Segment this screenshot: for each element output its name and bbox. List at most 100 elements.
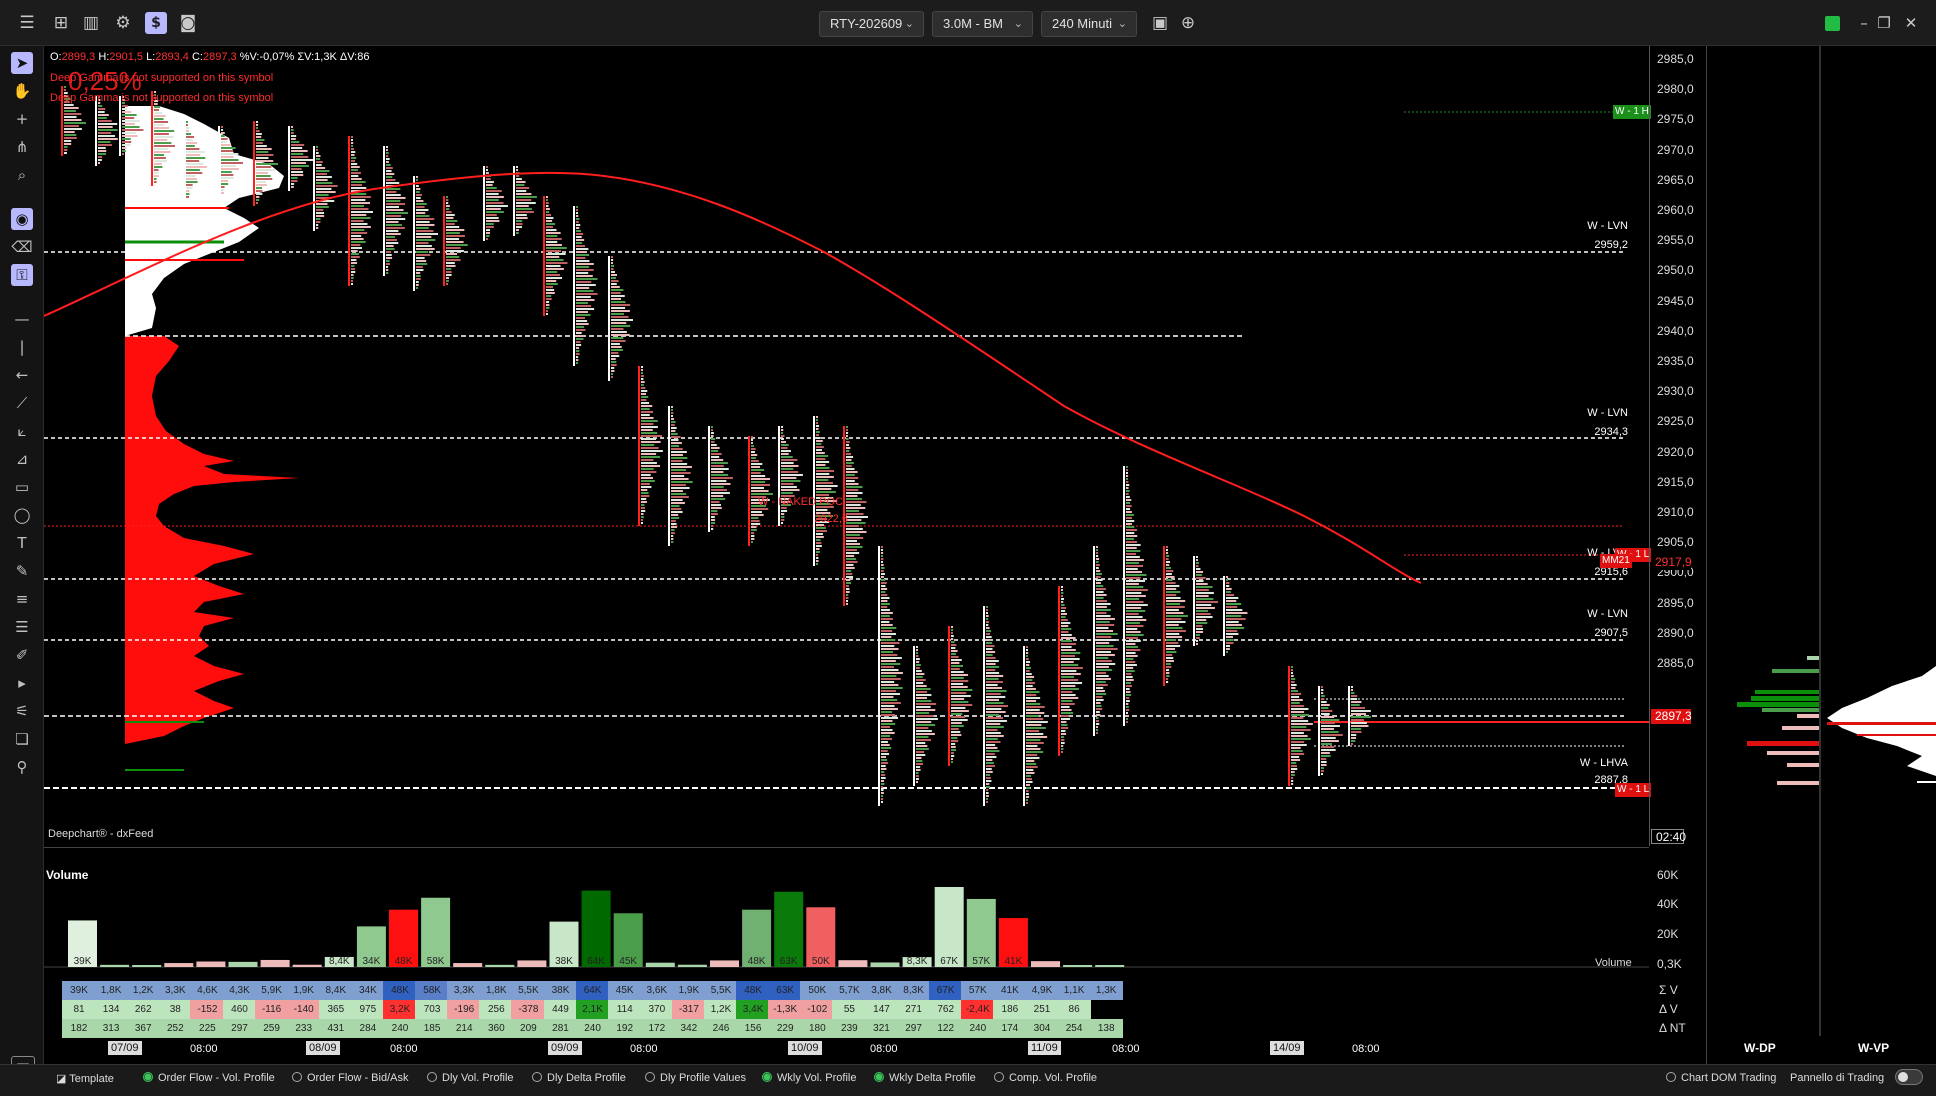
footprint-cell	[611, 352, 619, 354]
footprint-cell	[1026, 739, 1041, 741]
footprint-cell	[446, 211, 452, 213]
footprint-cell	[516, 220, 523, 222]
footprint-cell	[751, 448, 756, 450]
ellipse-icon[interactable]: ◯	[11, 504, 33, 526]
list-icon[interactable]: ≡	[11, 588, 33, 610]
footprint-cell	[1026, 655, 1028, 657]
eye-icon[interactable]: ◉	[11, 208, 33, 230]
footprint-cell	[671, 424, 675, 426]
footprint-cell	[386, 173, 395, 175]
tab-order-flow-bid-ask[interactable]: Order Flow - Bid/Ask	[292, 1072, 408, 1084]
radio-icon	[762, 1072, 772, 1082]
bar-type-select[interactable]: 3.0M - BM ⌄	[932, 11, 1033, 37]
footprint-cell	[546, 310, 548, 312]
footprint-cell	[1096, 564, 1100, 566]
menu-icon[interactable]: ☰	[16, 12, 38, 34]
tab-comp-vol-profile[interactable]: Comp. Vol. Profile	[994, 1072, 1097, 1084]
search-settings-icon[interactable]: ⚲	[11, 756, 33, 778]
text-icon[interactable]: T	[11, 532, 33, 554]
fib-icon[interactable]: ☰	[11, 616, 33, 638]
footprint-cell	[641, 366, 643, 368]
cursor-icon[interactable]: ➤	[11, 52, 33, 74]
vertical-line-icon[interactable]: |	[11, 336, 33, 358]
arrow-marker-icon[interactable]: ▸	[11, 672, 33, 694]
tab-dly-vol-profile[interactable]: Dly Vol. Profile	[427, 1072, 514, 1084]
crosshair-icon[interactable]: +	[11, 108, 33, 130]
symbol-value: RTY-202609	[830, 16, 903, 31]
chart-dom-trading-toggle[interactable]: Chart DOM Trading	[1666, 1072, 1776, 1084]
sliders-icon[interactable]: ⚟	[11, 700, 33, 722]
lock-icon[interactable]: ⚿	[11, 264, 33, 286]
rectangle-icon[interactable]: ▭	[11, 476, 33, 498]
footprint-cell	[256, 130, 260, 132]
ruler-icon[interactable]: ⊿	[11, 448, 33, 470]
footprint-cell	[351, 154, 355, 156]
footprint-cell	[1226, 606, 1238, 608]
horizontal-line-icon[interactable]: —	[11, 308, 33, 330]
template-button[interactable]: ◪ Template	[56, 1072, 114, 1085]
tab-wkly-delta-profile[interactable]: Wkly Delta Profile	[874, 1072, 976, 1084]
trading-panel-toggle[interactable]	[1895, 1069, 1923, 1085]
brush-icon[interactable]: ✐	[11, 644, 33, 666]
zoom-icon[interactable]: ⌕	[11, 164, 33, 186]
minimize-icon[interactable]: –	[1853, 12, 1875, 34]
footprint-cell	[186, 121, 188, 123]
hand-icon[interactable]: ✋	[11, 80, 33, 102]
camera-icon[interactable]: ◙	[177, 12, 199, 34]
footprint-cell	[486, 172, 489, 174]
footprint-cell	[846, 573, 853, 575]
weekly-profiles	[1737, 46, 1936, 1036]
dollar-icon[interactable]: $	[145, 12, 167, 34]
footprint-cell	[751, 475, 766, 477]
tab-order-flow-vol-profile[interactable]: Order Flow - Vol. Profile	[143, 1072, 275, 1084]
footprint-cell	[1126, 499, 1132, 501]
settings-icon[interactable]: ⚙	[112, 12, 134, 34]
footprint-cell	[986, 741, 1001, 743]
footprint-cell	[1291, 753, 1305, 755]
volume-bar	[870, 962, 900, 967]
tab-dly-delta-profile[interactable]: Dly Delta Profile	[532, 1072, 626, 1084]
footprint-cell	[1026, 646, 1028, 648]
footprint-cell	[122, 132, 136, 134]
timeframe-select[interactable]: 240 Minuti ⌄	[1041, 11, 1137, 37]
footprint-cell	[546, 265, 561, 267]
stats-cell: 174	[992, 1019, 1027, 1038]
eraser-icon[interactable]: ⌫	[11, 236, 33, 258]
footprint-cell	[316, 206, 329, 208]
footprint-cell	[846, 510, 860, 512]
price-chart[interactable]	[44, 46, 1649, 846]
trendline-icon[interactable]: ⟋	[11, 392, 33, 414]
footprint-cell	[154, 115, 166, 117]
footprint-cell	[576, 242, 583, 244]
close-icon[interactable]: ✕	[1900, 12, 1922, 34]
panel-icon[interactable]: ▣	[1149, 12, 1171, 34]
bar-chart-icon[interactable]: ▥	[80, 12, 102, 34]
stats-cell: 297	[222, 1019, 257, 1038]
tab-wkly-vol-profile[interactable]: Wkly Vol. Profile	[762, 1072, 856, 1084]
footprint-cell	[1166, 555, 1170, 557]
stats-cell: 50K	[800, 981, 835, 1000]
footprint-cell	[1291, 738, 1311, 740]
channel-icon[interactable]: ⟀	[11, 420, 33, 442]
tab-dly-profile-values[interactable]: Dly Profile Values	[645, 1072, 746, 1084]
restore-icon[interactable]: ❐	[1873, 12, 1895, 34]
footprint-cell	[881, 714, 896, 716]
magnet-icon[interactable]: ⋔	[11, 136, 33, 158]
document-icon[interactable]: ❏	[11, 728, 33, 750]
footprint-cell	[576, 218, 580, 220]
footprint-cell	[154, 145, 175, 147]
stats-cell: 1,8K	[479, 981, 514, 1000]
layout-icon[interactable]: ⊞	[50, 12, 72, 34]
stats-cell: 1,2K	[126, 981, 161, 1000]
pencil-icon[interactable]: ✎	[11, 560, 33, 582]
footprint-cell	[611, 319, 633, 321]
symbol-select[interactable]: RTY-202609 ⌄	[819, 11, 924, 37]
add-icon[interactable]: ⊕	[1177, 12, 1199, 34]
footprint-cell	[916, 685, 927, 687]
footprint-cell	[386, 176, 393, 178]
footprint-cell	[1026, 685, 1033, 687]
footprint-cell	[186, 133, 192, 135]
footprint-cell	[916, 652, 918, 654]
ray-icon[interactable]: ←	[11, 364, 33, 386]
footprint-cell	[986, 624, 989, 626]
